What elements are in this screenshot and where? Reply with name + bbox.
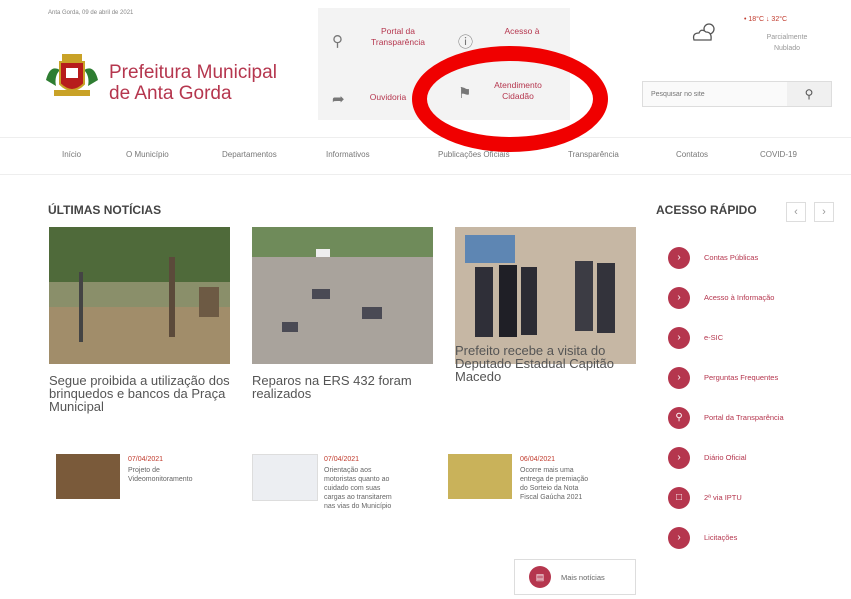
- quick-access-label: Licitações: [704, 533, 738, 542]
- news-image-playground[interactable]: [49, 227, 230, 364]
- brand-title-line1[interactable]: Prefeitura Municipal: [109, 63, 277, 83]
- search-icon: ⚲: [668, 407, 690, 429]
- quick-link-label: Ouvidoria: [369, 92, 407, 102]
- quick-link-label: Transparência: [370, 37, 426, 47]
- nav-item-departamentos[interactable]: Departamentos: [222, 150, 277, 159]
- news-section-title: ÚLTIMAS NOTÍCIAS: [48, 203, 162, 217]
- quick-access-label: e-SIC: [704, 333, 724, 342]
- info-icon: ⓘ: [458, 34, 474, 51]
- small-news-thumb-1[interactable]: [56, 454, 120, 499]
- arrow-right-icon: ›: [668, 247, 690, 269]
- red-highlight-circle: [412, 46, 608, 152]
- quick-access-label: Portal da Transparência: [704, 413, 784, 422]
- weather-desc-line2: Nublado: [773, 45, 801, 52]
- nav-item-municipio[interactable]: O Município: [126, 150, 169, 159]
- news-image-road[interactable]: [252, 227, 433, 364]
- search-icon: ⚲: [804, 87, 814, 101]
- next-arrow-icon[interactable]: ›: [814, 202, 834, 222]
- nav-item-transparencia[interactable]: Transparência: [568, 150, 619, 159]
- arrow-right-icon: ›: [668, 447, 690, 469]
- newspaper-icon: ▤: [529, 566, 551, 588]
- quick-access-label: 2ª via IPTU: [704, 493, 742, 502]
- document-icon: □: [668, 487, 690, 509]
- prev-arrow-icon[interactable]: ‹: [786, 202, 806, 222]
- quick-link-label: Portal da: [380, 26, 416, 36]
- small-news-date-3: 06/04/2021: [520, 456, 556, 463]
- small-news-text-2[interactable]: Orientação aos motoristas quanto ao cuid…: [324, 466, 396, 511]
- arrow-right-icon: ›: [668, 287, 690, 309]
- small-news-date-2: 07/04/2021: [324, 456, 360, 463]
- partly-cloudy-icon: [692, 23, 715, 41]
- search-button[interactable]: ⚲: [787, 82, 831, 106]
- quick-access-label: Contas Públicas: [704, 253, 759, 262]
- weather-description: Parcialmente Nublado: [744, 32, 830, 54]
- small-news-text-3[interactable]: Ocorre mais uma entrega de premiação do …: [520, 466, 592, 502]
- nav-item-informativos[interactable]: Informativos: [326, 150, 370, 159]
- nav-item-contatos[interactable]: Contatos: [676, 150, 708, 159]
- quick-link-transparency[interactable]: Portal da Transparência: [358, 26, 438, 48]
- quick-link-access-info[interactable]: Acesso à: [486, 26, 558, 37]
- megaphone-icon: ➦: [332, 91, 345, 108]
- weather-desc-line1: Parcialmente: [766, 34, 808, 41]
- coat-of-arms-logo[interactable]: [44, 50, 100, 102]
- arrow-right-icon: ›: [668, 327, 690, 349]
- small-news-thumb-2[interactable]: [252, 454, 318, 501]
- quick-access-title: ACESSO RÁPIDO: [656, 203, 757, 217]
- date-text: Anta Gorda, 09 de abril de 2021: [48, 10, 134, 16]
- news-title-1[interactable]: Segue proibida a utilização dos brinqued…: [49, 374, 239, 413]
- small-news-date-1: 07/04/2021: [128, 456, 164, 463]
- quick-access-label: Acesso à Informação: [704, 293, 775, 302]
- quick-access-label: Diário Oficial: [704, 453, 747, 462]
- arrow-right-icon: ›: [668, 367, 690, 389]
- more-news-button[interactable]: ▤ Mais notícias: [514, 559, 636, 595]
- quick-link-ombudsman[interactable]: Ouvidoria: [358, 92, 418, 103]
- main-nav: Início O Município Departamentos Informa…: [0, 137, 851, 175]
- quick-access-label: Perguntas Frequentes: [704, 373, 779, 382]
- news-title-3[interactable]: Prefeito recebe a visita do Deputado Est…: [455, 344, 645, 383]
- temperature-text: • 18°C ↓ 32°C: [744, 16, 788, 23]
- nav-item-covid[interactable]: COVID-19: [760, 150, 797, 159]
- arrow-right-icon: ›: [668, 527, 690, 549]
- more-news-label: Mais notícias: [561, 573, 605, 582]
- search-box: ⚲: [642, 81, 832, 107]
- news-title-2[interactable]: Reparos na ERS 432 foram realizados: [252, 374, 442, 400]
- brand-title-line2[interactable]: de Anta Gorda: [109, 84, 232, 104]
- search-input[interactable]: [643, 82, 799, 106]
- nav-item-inicio[interactable]: Início: [62, 150, 81, 159]
- small-news-text-1[interactable]: Projeto de Videomonitoramento: [128, 466, 200, 484]
- search-icon: ⚲: [332, 33, 343, 50]
- quick-link-label: Acesso à: [504, 26, 540, 36]
- small-news-thumb-3[interactable]: [448, 454, 512, 499]
